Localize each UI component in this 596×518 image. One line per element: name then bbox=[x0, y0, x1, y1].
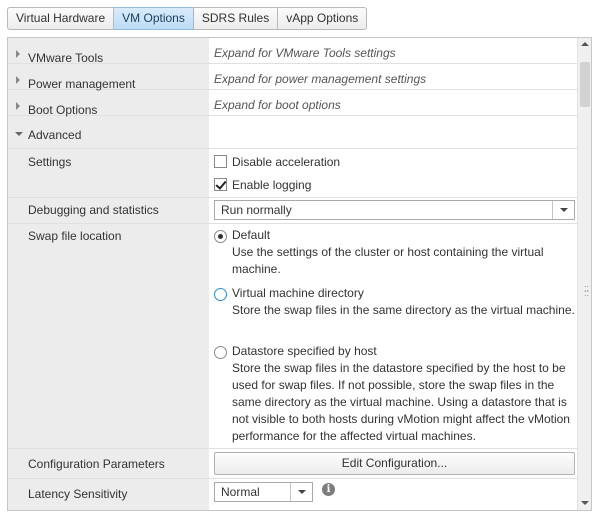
section-advanced[interactable]: Advanced bbox=[8, 116, 578, 149]
expand-arrow-icon[interactable] bbox=[16, 102, 20, 110]
chevron-down-icon[interactable] bbox=[552, 201, 574, 219]
section-label: Boot Options bbox=[28, 103, 98, 117]
tab-vm-options[interactable]: VM Options bbox=[114, 7, 194, 30]
expand-arrow-icon[interactable] bbox=[16, 50, 20, 58]
disable-acceleration-label: Disable acceleration bbox=[232, 155, 341, 169]
swap-vm-directory-radio[interactable] bbox=[214, 288, 227, 301]
expand-arrow-icon[interactable] bbox=[16, 76, 20, 84]
section-hint: Expand for power management settings bbox=[214, 72, 427, 86]
settings-row: Settings Disable acceleration Enable log… bbox=[8, 149, 578, 198]
swap-label: Swap file location bbox=[28, 229, 122, 243]
disable-acceleration-checkbox[interactable] bbox=[214, 155, 227, 168]
section-boot-options[interactable]: Boot Options Expand for boot options bbox=[8, 90, 578, 117]
latency-select[interactable]: Normal bbox=[214, 482, 313, 502]
swap-vm-directory-desc: Store the swap files in the same directo… bbox=[232, 303, 575, 317]
debugging-label: Debugging and statistics bbox=[28, 203, 159, 217]
info-icon[interactable]: i bbox=[322, 483, 335, 496]
resize-grip-icon[interactable]: :::: bbox=[584, 284, 590, 298]
debugging-row: Debugging and statistics Run normally bbox=[8, 198, 578, 224]
swap-datastore-radio[interactable] bbox=[214, 346, 227, 359]
swap-datastore-desc: Store the swap files in the datastore sp… bbox=[232, 361, 570, 443]
debugging-select-value: Run normally bbox=[221, 203, 292, 217]
scroll-up-icon[interactable] bbox=[578, 38, 591, 51]
tab-sdrs-rules[interactable]: SDRS Rules bbox=[193, 7, 279, 30]
vertical-scrollbar[interactable] bbox=[577, 38, 591, 510]
section-hint: Expand for VMware Tools settings bbox=[214, 46, 396, 60]
chevron-down-icon[interactable] bbox=[290, 483, 312, 501]
settings-label: Settings bbox=[28, 155, 72, 169]
scrollbar-thumb[interactable] bbox=[580, 62, 590, 107]
tab-virtual-hardware[interactable]: Virtual Hardware bbox=[7, 7, 115, 30]
swap-default-radio[interactable] bbox=[214, 230, 227, 243]
section-power-management[interactable]: Power management Expand for power manage… bbox=[8, 64, 578, 91]
section-hint: Expand for boot options bbox=[214, 98, 341, 112]
collapse-arrow-icon[interactable] bbox=[15, 132, 23, 136]
latency-row: Latency Sensitivity Normal i bbox=[8, 479, 578, 510]
latency-label: Latency Sensitivity bbox=[28, 487, 128, 501]
enable-logging-checkbox[interactable] bbox=[214, 178, 227, 191]
swap-default-desc: Use the settings of the cluster or host … bbox=[232, 245, 544, 276]
swap-vm-directory-title: Virtual machine directory bbox=[232, 286, 364, 300]
tab-vapp-options[interactable]: vApp Options bbox=[278, 7, 368, 30]
section-label: Advanced bbox=[28, 128, 82, 142]
swap-row: Swap file location Default Use the setti… bbox=[8, 224, 578, 449]
section-label: VMware Tools bbox=[28, 51, 104, 65]
config-params-row: Configuration Parameters Edit Configurat… bbox=[8, 449, 578, 479]
edit-configuration-button[interactable]: Edit Configuration... bbox=[214, 452, 575, 475]
debugging-select[interactable]: Run normally bbox=[214, 200, 575, 220]
enable-logging-label: Enable logging bbox=[232, 178, 312, 192]
vm-options-panel: VMware Tools Expand for VMware Tools set… bbox=[7, 37, 592, 511]
latency-select-value: Normal bbox=[221, 485, 260, 499]
swap-default-title: Default bbox=[232, 228, 271, 242]
config-params-label: Configuration Parameters bbox=[28, 457, 165, 471]
swap-datastore-title: Datastore specified by host bbox=[232, 344, 377, 358]
section-label: Power management bbox=[28, 77, 136, 91]
scroll-down-icon[interactable] bbox=[578, 497, 591, 510]
section-vmware-tools[interactable]: VMware Tools Expand for VMware Tools set… bbox=[8, 38, 578, 65]
tab-bar: Virtual Hardware VM Options SDRS Rules v… bbox=[7, 7, 368, 30]
